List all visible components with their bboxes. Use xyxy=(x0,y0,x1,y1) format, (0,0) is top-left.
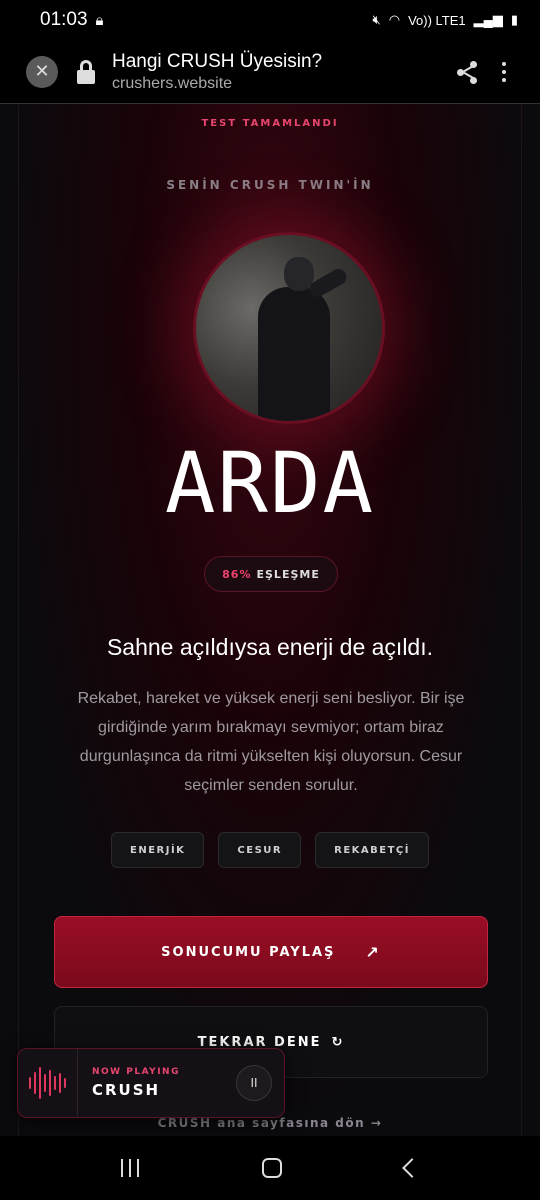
tag-rekabetci: REKABETÇİ xyxy=(315,832,429,868)
result-headline: Sahne açıldıysa enerji de açıldı. xyxy=(106,634,434,660)
member-photo xyxy=(193,232,385,424)
mute-icon: 🔇︎ xyxy=(372,12,381,27)
recent-apps-icon[interactable] xyxy=(121,1159,140,1177)
share-result-label: SONUCUMU PAYLAŞ xyxy=(161,944,336,960)
close-icon: ✕ xyxy=(34,61,50,82)
lock-icon[interactable] xyxy=(76,59,96,84)
now-playing-widget[interactable]: NOW PLAYING CRUSH II xyxy=(17,1048,285,1118)
trait-tags: ENERJİK CESUR REKABETÇİ xyxy=(19,832,521,868)
wifi-icon: ◠ xyxy=(388,12,401,27)
android-nav-bar xyxy=(0,1136,540,1200)
test-done-label: TEST TAMAMLANDI xyxy=(201,118,339,129)
twin-label: SENİN CRUSH TWIN'İN xyxy=(166,178,374,192)
match-badge: 86% EŞLEŞME xyxy=(204,556,338,592)
arrow-up-right-icon: ↗ xyxy=(365,942,381,962)
browser-bar: ✕ Hangi CRUSH Üyesisin? crushers.website xyxy=(0,40,540,104)
tag-cesur: CESUR xyxy=(218,832,302,868)
now-playing-label: NOW PLAYING xyxy=(92,1067,180,1077)
more-menu-icon[interactable] xyxy=(502,61,506,82)
signal-icon: ▂▄▆ xyxy=(473,12,503,27)
waveform-icon xyxy=(18,1049,78,1117)
pause-icon: II xyxy=(250,1076,258,1090)
lock-status-icon: 🔒︎ xyxy=(95,11,104,29)
status-icons: 🔇︎ ◠ Vo)) LTE1 ▂▄▆ ▮ xyxy=(373,12,518,28)
status-time: 01:03 xyxy=(40,9,88,30)
match-percent: 86% xyxy=(222,567,252,581)
refresh-icon: ↻ xyxy=(331,1034,345,1050)
browser-title-block[interactable]: Hangi CRUSH Üyesisin? crushers.website xyxy=(112,51,322,93)
result-page: TEST TAMAMLANDI SENİN CRUSH TWIN'İN ARDA… xyxy=(0,104,540,1136)
network-label: Vo)) LTE1 xyxy=(408,12,466,28)
pause-button[interactable]: II xyxy=(236,1065,272,1101)
result-description: Rekabet, hareket ve yüksek enerji seni b… xyxy=(77,690,465,794)
close-tab-button[interactable]: ✕ xyxy=(26,55,58,88)
home-link[interactable]: CRUSH ana sayfasına dön → xyxy=(19,1116,521,1130)
page-title: Hangi CRUSH Üyesisin? xyxy=(112,50,323,72)
page-url: crushers.website xyxy=(112,74,233,92)
share-icon[interactable] xyxy=(456,60,480,84)
share-result-button[interactable]: SONUCUMU PAYLAŞ ↗ xyxy=(54,916,488,988)
result-card: TEST TAMAMLANDI SENİN CRUSH TWIN'İN ARDA… xyxy=(18,104,522,1136)
home-icon[interactable] xyxy=(261,1158,282,1178)
battery-icon: ▮ xyxy=(510,12,518,27)
player-text: NOW PLAYING CRUSH xyxy=(92,1067,180,1099)
status-bar: 01:03 🔒︎ 🔇︎ ◠ Vo)) LTE1 ▂▄▆ ▮ xyxy=(0,0,540,40)
member-name: ARDA xyxy=(164,434,376,532)
match-label: EŞLEŞME xyxy=(256,567,320,581)
track-name: CRUSH xyxy=(92,1081,161,1099)
back-icon[interactable] xyxy=(401,1158,422,1178)
tag-enerjik: ENERJİK xyxy=(111,832,205,868)
